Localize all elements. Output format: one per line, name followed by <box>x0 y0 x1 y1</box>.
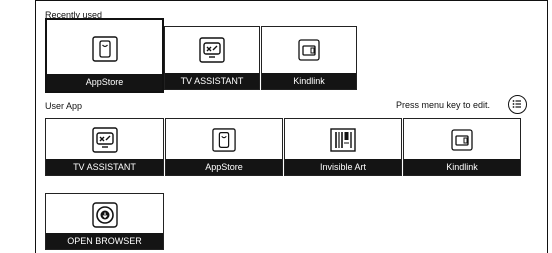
user-tile-tv-assistant[interactable]: TV ASSISTANT <box>45 118 164 176</box>
tile-label: AppStore <box>166 159 282 175</box>
tile-label: TV ASSISTANT <box>46 159 163 175</box>
tile-label: AppStore <box>47 74 162 91</box>
tile-label: Kindlink <box>262 73 356 89</box>
recent-tile-tv-assistant[interactable]: TV ASSISTANT <box>164 26 260 90</box>
recent-tile-kindlink[interactable]: Kindlink <box>261 26 357 90</box>
tv-assistant-icon <box>199 37 225 63</box>
tile-label: TV ASSISTANT <box>165 73 259 89</box>
menu-icon <box>508 95 527 114</box>
kindlink-icon <box>298 39 320 61</box>
kindlink-icon <box>451 129 473 151</box>
user-tile-appstore[interactable]: AppStore <box>165 118 283 176</box>
user-app-label: User App <box>45 101 83 111</box>
appstore-icon <box>212 128 236 152</box>
user-tile-kindlink[interactable]: Kindlink <box>403 118 521 176</box>
recent-tile-appstore[interactable]: AppStore <box>45 18 164 93</box>
tile-label: OPEN BROWSER <box>46 233 163 249</box>
invisible-art-icon <box>330 128 356 152</box>
tile-label: Invisible Art <box>285 159 401 175</box>
edit-hint: Press menu key to edit. <box>396 100 491 110</box>
user-tile-invisible-art[interactable]: Invisible Art <box>284 118 402 176</box>
tile-label: Kindlink <box>404 159 520 175</box>
open-browser-icon <box>91 201 118 228</box>
tv-assistant-icon <box>91 127 118 153</box>
user-tile-open-browser[interactable]: OPEN BROWSER <box>45 193 164 250</box>
appstore-icon <box>91 35 118 62</box>
